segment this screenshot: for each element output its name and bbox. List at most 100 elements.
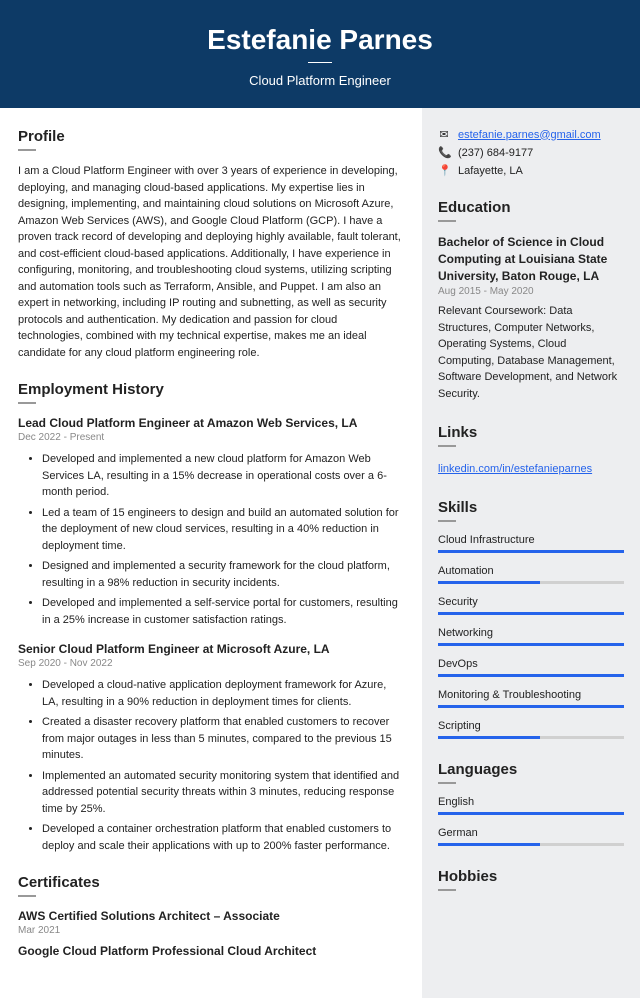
job-bullet: Implemented an automated security monito… xyxy=(42,768,404,818)
skill-bar-track xyxy=(438,581,624,584)
language-bar-track xyxy=(438,812,624,815)
languages-heading: Languages xyxy=(438,761,624,778)
profile-heading: Profile xyxy=(18,128,404,145)
job-bullet: Developed and implemented a self-service… xyxy=(42,595,404,628)
resume-body: Profile I am a Cloud Platform Engineer w… xyxy=(0,108,640,998)
links-section: Links linkedin.com/in/estefanieparnes xyxy=(438,424,624,477)
hobbies-section: Hobbies xyxy=(438,868,624,891)
header-divider xyxy=(308,62,332,63)
job-title: Senior Cloud Platform Engineer at Micros… xyxy=(18,642,404,656)
skill-name: Networking xyxy=(438,627,624,639)
job-bullet: Led a team of 15 engineers to design and… xyxy=(42,505,404,555)
skill-bar-fill xyxy=(438,705,624,708)
skills-section: Skills Cloud Infrastructure Automation Sec… xyxy=(438,499,624,739)
skill-name: Scripting xyxy=(438,720,624,732)
skill-bar-fill xyxy=(438,581,540,584)
location-icon: 📍 xyxy=(438,164,450,177)
language-bar-fill xyxy=(438,812,624,815)
section-underline xyxy=(438,782,456,784)
education-date: Aug 2015 - May 2020 xyxy=(438,286,624,297)
skill-name: Cloud Infrastructure xyxy=(438,534,624,546)
profile-section: Profile I am a Cloud Platform Engineer w… xyxy=(18,128,404,361)
education-section: Education Bachelor of Science in Cloud C… xyxy=(438,199,624,402)
language-name: German xyxy=(438,827,624,839)
language-item: English xyxy=(438,796,624,815)
job-bullet: Developed a container orchestration plat… xyxy=(42,821,404,854)
skill-bar-fill xyxy=(438,674,624,677)
main-column: Profile I am a Cloud Platform Engineer w… xyxy=(0,108,422,998)
job-date: Dec 2022 - Present xyxy=(18,432,404,443)
language-bar-track xyxy=(438,843,624,846)
skill-bar-fill xyxy=(438,550,624,553)
employment-section: Employment History Lead Cloud Platform E… xyxy=(18,381,404,854)
skill-item: Security xyxy=(438,596,624,615)
language-name: English xyxy=(438,796,624,808)
skill-bar-track xyxy=(438,643,624,646)
job-entry: Senior Cloud Platform Engineer at Micros… xyxy=(18,642,404,854)
section-underline xyxy=(438,445,456,447)
skills-heading: Skills xyxy=(438,499,624,516)
contact-location-row: 📍 Lafayette, LA xyxy=(438,164,624,177)
languages-section: Languages English German xyxy=(438,761,624,846)
skill-bar-track xyxy=(438,705,624,708)
skill-bar-track xyxy=(438,550,624,553)
sidebar-column: ✉ estefanie.parnes@gmail.com 📞 (237) 684… xyxy=(422,108,640,998)
skill-name: DevOps xyxy=(438,658,624,670)
skill-bar-fill xyxy=(438,736,540,739)
resume-header: Estefanie Parnes Cloud Platform Engineer xyxy=(0,0,640,108)
language-item: German xyxy=(438,827,624,846)
section-underline xyxy=(18,895,36,897)
education-heading: Education xyxy=(438,199,624,216)
job-title: Cloud Platform Engineer xyxy=(20,73,620,88)
profile-text: I am a Cloud Platform Engineer with over… xyxy=(18,163,404,361)
job-bullet: Designed and implemented a security fram… xyxy=(42,558,404,591)
certificates-section: Certificates AWS Certified Solutions Arc… xyxy=(18,874,404,958)
job-date: Sep 2020 - Nov 2022 xyxy=(18,658,404,669)
skill-item: Monitoring & Troubleshooting xyxy=(438,689,624,708)
education-degree: Bachelor of Science in Cloud Computing a… xyxy=(438,234,624,284)
email-icon: ✉ xyxy=(438,128,450,141)
job-bullet: Created a disaster recovery platform tha… xyxy=(42,714,404,764)
job-entry: Lead Cloud Platform Engineer at Amazon W… xyxy=(18,416,404,628)
email-link[interactable]: estefanie.parnes@gmail.com xyxy=(458,129,601,141)
phone-text: (237) 684-9177 xyxy=(458,147,533,159)
section-underline xyxy=(438,889,456,891)
job-bullets: Developed a cloud-native application dep… xyxy=(18,677,404,854)
hobbies-heading: Hobbies xyxy=(438,868,624,885)
linkedin-link[interactable]: linkedin.com/in/estefanieparnes xyxy=(438,463,592,475)
section-underline xyxy=(18,149,36,151)
job-bullets: Developed and implemented a new cloud pl… xyxy=(18,451,404,628)
skill-bar-track xyxy=(438,612,624,615)
employment-heading: Employment History xyxy=(18,381,404,398)
skill-bar-fill xyxy=(438,612,624,615)
certificates-heading: Certificates xyxy=(18,874,404,891)
contact-section: ✉ estefanie.parnes@gmail.com 📞 (237) 684… xyxy=(438,128,624,177)
section-underline xyxy=(438,220,456,222)
contact-phone-row: 📞 (237) 684-9177 xyxy=(438,146,624,159)
certificate-title: AWS Certified Solutions Architect – Asso… xyxy=(18,909,404,923)
language-bar-fill xyxy=(438,843,540,846)
skill-item: Cloud Infrastructure xyxy=(438,534,624,553)
skill-bar-track xyxy=(438,674,624,677)
education-desc: Relevant Coursework: Data Structures, Co… xyxy=(438,303,624,402)
skill-item: DevOps xyxy=(438,658,624,677)
skill-name: Security xyxy=(438,596,624,608)
skill-item: Automation xyxy=(438,565,624,584)
contact-email-row: ✉ estefanie.parnes@gmail.com xyxy=(438,128,624,141)
certificate-date: Mar 2021 xyxy=(18,925,404,936)
skill-name: Automation xyxy=(438,565,624,577)
links-heading: Links xyxy=(438,424,624,441)
skill-bar-fill xyxy=(438,643,624,646)
section-underline xyxy=(438,520,456,522)
job-title: Lead Cloud Platform Engineer at Amazon W… xyxy=(18,416,404,430)
job-bullet: Developed and implemented a new cloud pl… xyxy=(42,451,404,501)
location-text: Lafayette, LA xyxy=(458,165,523,177)
skill-item: Scripting xyxy=(438,720,624,739)
job-bullet: Developed a cloud-native application dep… xyxy=(42,677,404,710)
skill-item: Networking xyxy=(438,627,624,646)
person-name: Estefanie Parnes xyxy=(20,24,620,56)
certificate-title: Google Cloud Platform Professional Cloud… xyxy=(18,944,404,958)
section-underline xyxy=(18,402,36,404)
skill-bar-track xyxy=(438,736,624,739)
skill-name: Monitoring & Troubleshooting xyxy=(438,689,624,701)
